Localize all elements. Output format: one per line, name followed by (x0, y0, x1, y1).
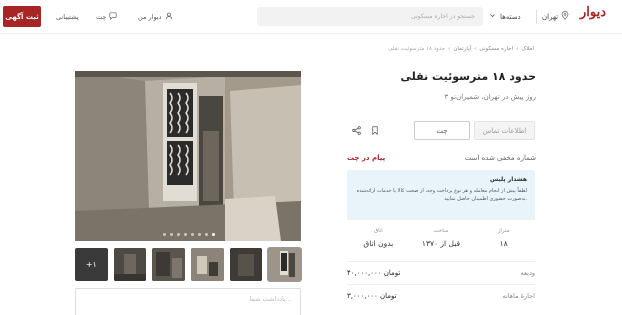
support-link[interactable]: پشتیبانی (56, 10, 79, 24)
city-selector[interactable]: تهران (542, 9, 569, 24)
breadcrumb-separator-icon: ‹ (516, 46, 519, 52)
stat-rooms: اتاق بدون اتاق (347, 228, 410, 258)
stat-area: متراژ ۱۸ (472, 228, 535, 258)
hidden-number-text: شماره مخفی شده است (464, 154, 536, 162)
note-input[interactable]: یادداشت شما... (75, 288, 301, 315)
breadcrumb-current: حدود ۱۸ مترسوئیت نقلی (388, 46, 446, 52)
gallery-dot[interactable] (177, 233, 180, 236)
user-icon (165, 12, 173, 22)
more-images-count: +۱ (85, 260, 97, 269)
stat-value: بدون اتاق (363, 239, 394, 248)
ad-subtitle: ۳ روز پیش در تهران، شمیران‌نو (444, 93, 536, 101)
breadcrumb-item[interactable]: اجاره مسکونی (479, 46, 513, 52)
breadcrumb-item[interactable]: آپارتمان (453, 46, 471, 52)
thumbnail[interactable] (113, 248, 147, 281)
deposit-value: ۴۰,۰۰۰,۰۰۰ تومان (347, 269, 401, 277)
rent-row: ۳,۰۰۰,۰۰۰ تومان اجارهٔ ماهانه (347, 289, 535, 303)
chat-button[interactable]: چت (414, 121, 470, 140)
ad-stats: متراژ ۱۸ ساخت قبل از ۱۳۷۰ اتاق بدون اتاق (347, 228, 535, 258)
stat-built: ساخت قبل از ۱۳۷۰ (410, 228, 473, 258)
breadcrumb-item[interactable]: املاک (521, 46, 534, 52)
main-photo[interactable] (75, 71, 301, 241)
chat-link[interactable]: چت (96, 10, 117, 24)
thumbnail-selected[interactable] (267, 247, 303, 282)
contact-info-button[interactable]: اطلاعات تماس (474, 121, 535, 140)
stat-label: اتاق (373, 228, 383, 234)
stat-label: ساخت (433, 228, 449, 234)
divider (347, 284, 535, 285)
divider (347, 261, 535, 262)
deposit-row: ۴۰,۰۰۰,۰۰۰ تومان ودیعه (347, 266, 535, 280)
rent-value: ۳,۰۰۰,۰۰۰ تومان (347, 292, 397, 300)
deposit-label: ودیعه (520, 269, 535, 277)
police-warning: هشدار پلیس لطفاً پیش از انجام معامله و ه… (347, 170, 535, 220)
stat-value: قبل از ۱۳۷۰ (421, 239, 461, 248)
stat-value: ۱۸ (499, 239, 508, 248)
chat-bubble-icon (109, 12, 117, 22)
search-input[interactable]: جستجو در اجاره مسکونی (257, 7, 483, 26)
categories-label: دسته‌ها (500, 12, 521, 21)
more-images-thumb[interactable]: +۱ (75, 248, 108, 281)
ad-title: حدود ۱۸ مترسوئیت نقلی (400, 70, 536, 83)
thumbnail[interactable] (229, 248, 263, 281)
gallery-dot[interactable] (198, 233, 201, 236)
room-photo-illustration (75, 71, 301, 241)
search-placeholder: جستجو در اجاره مسکونی (410, 13, 475, 20)
location-pin-icon (561, 11, 569, 22)
thumbnail[interactable] (152, 248, 186, 281)
header-divider (536, 10, 537, 24)
gallery-dot[interactable] (205, 233, 208, 236)
post-ad-button[interactable]: ثبت آگهی (3, 6, 41, 27)
stat-label: متراژ (497, 228, 510, 234)
chat-message-link[interactable]: پیام در چت (347, 154, 385, 162)
city-label: تهران (542, 12, 559, 21)
chat-label: چت (96, 13, 107, 21)
thumbnail[interactable] (191, 248, 224, 281)
header: ثبت آگهی پشتیبانی چت دیوار من جستجو در ا… (0, 0, 622, 34)
gallery-dots (163, 233, 215, 236)
breadcrumb-separator-icon: ‹ (474, 46, 477, 52)
divar-logo[interactable]: دیوار (580, 5, 606, 20)
note-placeholder: یادداشت شما... (249, 295, 292, 303)
breadcrumb: املاک ‹ اجاره مسکونی ‹ آپارتمان ‹ حدود ۱… (388, 46, 534, 52)
share-icon[interactable] (350, 124, 362, 136)
chevron-down-icon (489, 12, 496, 21)
warning-text: لطفاً پیش از انجام معامله و هر نوع پرداخ… (356, 188, 527, 202)
rent-label: اجارهٔ ماهانه (502, 292, 535, 300)
my-divar-label: دیوار من (138, 13, 162, 21)
support-label: پشتیبانی (56, 13, 79, 21)
thumbnail-strip: +۱ (75, 247, 303, 282)
bookmark-icon[interactable] (369, 124, 381, 136)
breadcrumb-separator-icon: ‹ (448, 46, 451, 52)
my-divar-link[interactable]: دیوار من (138, 10, 173, 24)
gallery-dot-active[interactable] (212, 233, 215, 236)
gallery-dot[interactable] (191, 233, 194, 236)
gallery-dot[interactable] (170, 233, 173, 236)
gallery-dot[interactable] (163, 233, 166, 236)
gallery-dot[interactable] (184, 233, 187, 236)
warning-title: هشدار پلیس (490, 176, 527, 183)
categories-dropdown[interactable]: دسته‌ها (489, 9, 521, 24)
